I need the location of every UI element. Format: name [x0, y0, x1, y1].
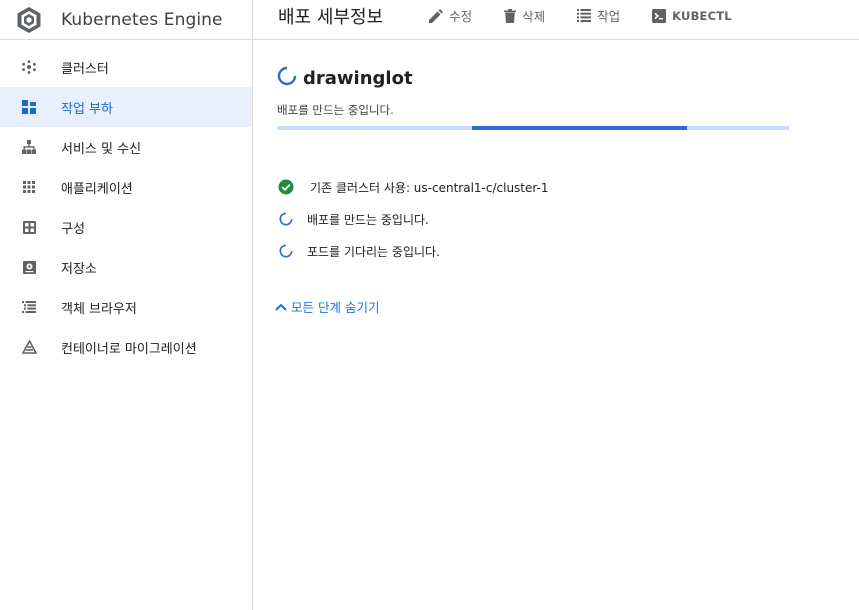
- step-list: 기존 클러스터 사용: us-central1-c/cluster-1 배포를 …: [277, 171, 859, 267]
- services-icon: [21, 139, 37, 155]
- sidebar-item-label: 클러스터: [61, 61, 109, 77]
- sidebar-item-label: 저장소: [61, 261, 97, 277]
- sidebar-nav: 클러스터 작업 부하 서비스 및 수신 애플리케이션 구성 저장소 객체 브라우…: [0, 40, 252, 367]
- step-label: 포드를 기다리는 중입니다.: [307, 244, 440, 259]
- hide-all-steps-toggle[interactable]: 모든 단계 숨기기: [274, 297, 859, 316]
- step-item: 배포를 만드는 중입니다.: [277, 203, 859, 235]
- sidebar-item-label: 작업 부하: [61, 101, 113, 117]
- main-panel: 배포 세부정보 수정 삭제 작업 KUBECTL drawinglot 배포를 …: [253, 0, 859, 610]
- sidebar-item-label: 객체 브라우저: [61, 301, 137, 317]
- check-circle-icon: [277, 178, 295, 196]
- product-title: Kubernetes Engine: [61, 9, 223, 30]
- progress-bar: [277, 126, 789, 130]
- deployment-status-text: 배포를 만드는 중입니다.: [277, 103, 394, 117]
- kubectl-button[interactable]: KUBECTL: [652, 8, 732, 23]
- page-title: 배포 세부정보: [278, 6, 384, 28]
- kubectl-button-label: KUBECTL: [672, 8, 732, 23]
- applications-icon: [21, 179, 37, 195]
- step-label: 배포를 만드는 중입니다.: [307, 212, 429, 227]
- cluster-icon: [21, 59, 37, 75]
- sidebar-item-clusters[interactable]: 클러스터: [0, 47, 252, 87]
- pencil-icon: [429, 8, 444, 23]
- actions-button-label: 작업: [597, 9, 621, 24]
- app-window: Kubernetes Engine 클러스터 작업 부하 서비스 및 수신 애플…: [0, 0, 859, 610]
- delete-button[interactable]: 삭제: [504, 6, 545, 25]
- edit-button[interactable]: 수정: [429, 6, 472, 25]
- deployment-name: drawinglot: [303, 67, 413, 89]
- sidebar-item-migrate-to-containers[interactable]: 컨테이너로 마이그레이션: [0, 327, 252, 367]
- sidebar-item-label: 컨테이너로 마이그레이션: [61, 341, 197, 357]
- delete-button-label: 삭제: [522, 9, 546, 24]
- brand-header: Kubernetes Engine: [0, 0, 252, 40]
- chevron-up-icon: [275, 303, 287, 311]
- sidebar-item-services-ingress[interactable]: 서비스 및 수신: [0, 127, 252, 167]
- edit-button-label: 수정: [449, 9, 473, 24]
- sidebar-item-label: 서비스 및 수신: [61, 141, 142, 157]
- migrate-icon: [21, 339, 37, 355]
- toolbar: 배포 세부정보 수정 삭제 작업 KUBECTL: [253, 0, 859, 40]
- sidebar-item-configuration[interactable]: 구성: [0, 207, 252, 247]
- storage-icon: [21, 259, 37, 275]
- workloads-icon: [21, 99, 37, 115]
- sidebar-item-object-browser[interactable]: 객체 브라우저: [0, 287, 252, 327]
- step-item: 기존 클러스터 사용: us-central1-c/cluster-1: [277, 171, 859, 203]
- sidebar-item-storage[interactable]: 저장소: [0, 247, 252, 287]
- object-browser-icon: [21, 299, 37, 315]
- terminal-icon: [652, 8, 667, 23]
- sidebar-item-label: 구성: [61, 221, 85, 237]
- loading-spinner-icon: [277, 242, 295, 260]
- deployment-title-row: drawinglot: [277, 64, 859, 92]
- loading-spinner-icon: [277, 210, 295, 228]
- step-item: 포드를 기다리는 중입니다.: [277, 235, 859, 267]
- configuration-icon: [21, 219, 37, 235]
- step-label: 기존 클러스터 사용: us-central1-c/cluster-1: [310, 180, 549, 195]
- deployment-content: drawinglot 배포를 만드는 중입니다. 기존 클러스터 사용: us-…: [253, 40, 859, 316]
- hide-all-steps-label: 모든 단계 숨기기: [291, 300, 380, 315]
- loading-spinner-icon: [277, 66, 297, 90]
- sidebar-item-label: 애플리케이션: [61, 181, 133, 197]
- list-icon: [577, 9, 592, 22]
- trash-icon: [504, 8, 517, 23]
- sidebar: Kubernetes Engine 클러스터 작업 부하 서비스 및 수신 애플…: [0, 0, 253, 610]
- kubernetes-engine-logo-icon[interactable]: [14, 5, 44, 35]
- progress-bar-fill: [471, 126, 687, 130]
- sidebar-item-applications[interactable]: 애플리케이션: [0, 167, 252, 207]
- sidebar-item-workloads[interactable]: 작업 부하: [0, 87, 252, 127]
- actions-button[interactable]: 작업: [577, 6, 620, 25]
